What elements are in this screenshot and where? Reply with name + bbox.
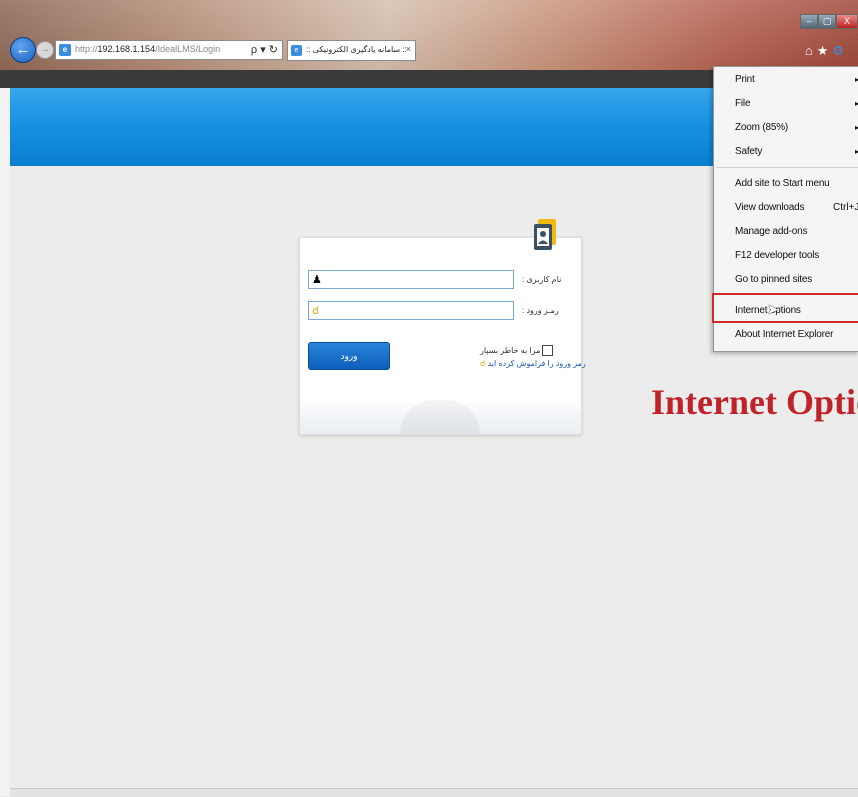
key-icon: ☌ [480, 359, 486, 368]
menu-item-f12-tools[interactable]: F12 developer tools [735, 250, 819, 261]
forgot-password-text: رمز ورود را فراموش کرده اید [487, 359, 586, 368]
tab-favicon-icon: e [291, 45, 302, 56]
username-label: نام کاربری : [522, 275, 562, 284]
tab-close-icon[interactable]: × [406, 44, 411, 54]
password-label: رمـز ورود : [522, 306, 559, 315]
mouse-cursor-icon: ➤ [767, 301, 779, 317]
menu-item-manage-addons[interactable]: Manage add-ons [735, 226, 807, 237]
menu-item-safety[interactable]: Safety [735, 146, 762, 157]
password-field[interactable]: ☌ [308, 301, 514, 320]
tab-elearning-login[interactable]: e :: سامانه یادگیری الکترونیکی :: × [287, 40, 416, 61]
menu-item-view-downloads[interactable]: View downloads [735, 202, 804, 213]
downloads-shortcut: Ctrl+J [833, 202, 858, 213]
menu-item-about-ie[interactable]: About Internet Explorer [735, 329, 833, 340]
address-url[interactable]: http://192.168.1.154/IdealLMS/Login [75, 44, 220, 54]
menu-item-pinned-sites[interactable]: Go to pinned sites [735, 274, 812, 285]
close-window-button[interactable]: X [836, 14, 858, 29]
search-refresh-icons[interactable]: ρ ▾ ↻ [251, 43, 278, 56]
toolbar-icons: ⌂★⚙ [805, 43, 848, 59]
menu-item-print[interactable]: Print [735, 74, 755, 85]
annotation-label: Internet Option [651, 382, 858, 422]
remember-me-checkbox[interactable] [542, 345, 553, 356]
internet-options-highlight [712, 293, 858, 323]
forgot-password-link[interactable]: ☌ رمز ورود را فراموش کرده اید [480, 359, 586, 368]
forward-arrow-icon: → [40, 44, 50, 55]
login-button[interactable]: ورود [308, 342, 390, 370]
tab-title: :: سامانه یادگیری الکترونیکی :: [306, 45, 407, 54]
username-input[interactable] [325, 272, 510, 287]
tools-gear-icon[interactable]: ⚙ [832, 43, 848, 58]
login-card: ♟ نام کاربری : ☌ رمـز ورود : ورود مرا به… [299, 219, 586, 435]
address-host: 192.168.1.154 [97, 44, 156, 54]
remember-me-label: مرا به خاطر بسپار [480, 346, 541, 355]
menu-item-zoom[interactable]: Zoom (85%) [735, 122, 788, 133]
window-controls: – ▢ X [800, 14, 858, 29]
id-card-icon [534, 219, 556, 250]
menu-separator [716, 167, 858, 168]
user-icon: ♟ [312, 274, 322, 286]
address-scheme: http:// [75, 44, 98, 54]
card-footer-tab [400, 400, 480, 434]
back-button[interactable]: ← [10, 37, 36, 63]
password-input[interactable] [325, 303, 510, 318]
forward-button[interactable]: → [36, 41, 54, 59]
page-left-edge [0, 88, 10, 796]
menu-item-file[interactable]: File [735, 98, 751, 109]
back-arrow-icon: ← [15, 41, 31, 58]
address-bar[interactable]: e http://192.168.1.154/IdealLMS/Login ρ … [55, 40, 283, 60]
menu-item-add-site[interactable]: Add site to Start menu [735, 178, 830, 189]
card-footer [300, 398, 581, 434]
address-path: /IdealLMS/Login [155, 44, 221, 54]
key-icon: ☌ [312, 305, 320, 317]
minimize-button[interactable]: – [800, 14, 818, 29]
site-favicon-icon: e [59, 44, 71, 56]
home-icon[interactable]: ⌂ [805, 43, 817, 58]
favorites-star-icon[interactable]: ★ [817, 43, 833, 58]
username-field[interactable]: ♟ [308, 270, 514, 289]
maximize-button[interactable]: ▢ [818, 14, 836, 29]
